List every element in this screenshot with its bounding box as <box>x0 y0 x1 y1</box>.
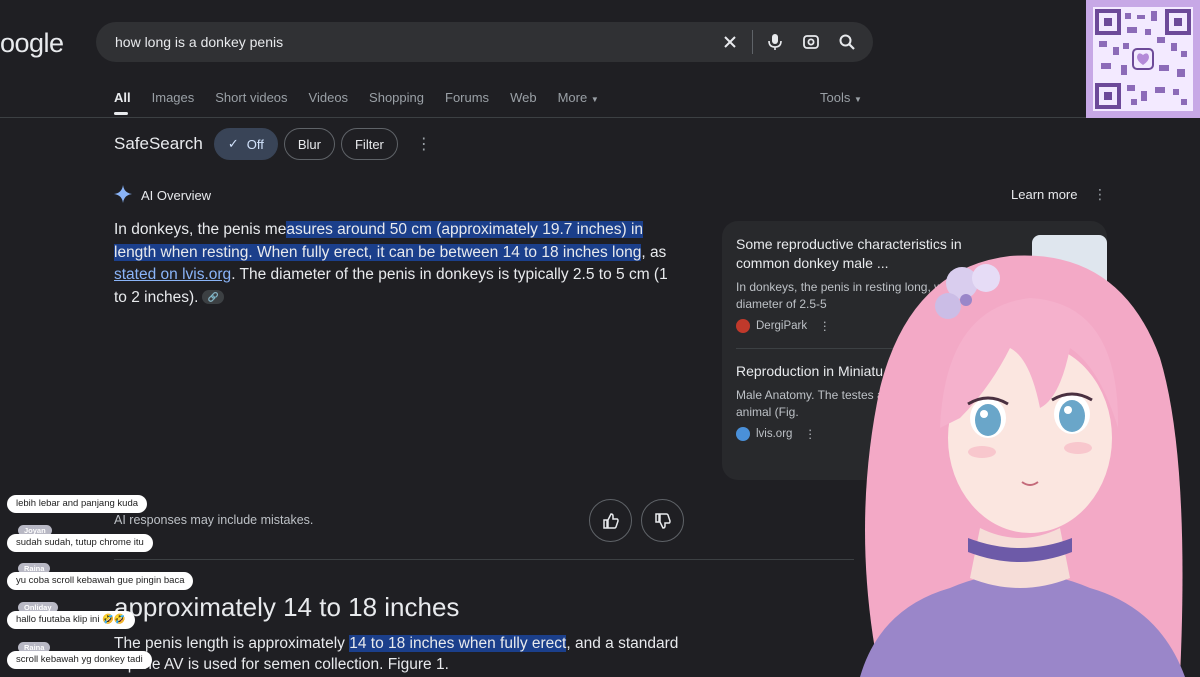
safesearch-blur-chip[interactable]: Blur <box>283 128 335 160</box>
more-options-icon[interactable]: ⋮ <box>819 319 831 333</box>
google-logo[interactable]: oogle <box>0 28 64 59</box>
ai-overview-header: AI Overview <box>114 185 211 206</box>
ai-text-highlight: asures <box>286 221 333 238</box>
tab-web[interactable]: Web <box>510 90 537 105</box>
chat-message: lebih lebar and panjang kuda <box>7 495 148 513</box>
close-icon[interactable] <box>712 24 748 60</box>
search-input[interactable]: how long is a donkey penis <box>115 34 712 50</box>
safesearch-off-chip[interactable]: ✓ Off <box>213 128 278 160</box>
tab-more-label: More <box>557 90 588 105</box>
tab-shopping[interactable]: Shopping <box>369 90 424 105</box>
mic-icon[interactable] <box>757 24 793 60</box>
source-link[interactable]: stated on lvis.org <box>114 266 231 283</box>
safesearch-bar: SafeSearch ✓ Off Blur Filter ⋮ <box>114 128 432 160</box>
thumbs-up-button[interactable] <box>589 499 632 542</box>
tab-more[interactable]: More ▼ <box>558 90 599 105</box>
tab-all[interactable]: All <box>114 90 131 105</box>
source-site-name: lvis.org <box>756 428 793 440</box>
featured-answer-heading: approximately 14 to 18 inches <box>114 592 460 622</box>
tab-videos[interactable]: Videos <box>309 90 349 105</box>
link-icon[interactable]: 🔗 <box>202 290 225 305</box>
chat-message: hallo fuutaba klip ini 🤣🤣 <box>7 611 135 629</box>
search-icon[interactable] <box>829 24 865 60</box>
more-options-icon[interactable]: ⋮ <box>804 427 816 441</box>
ai-text-part: In donkeys, the penis me <box>114 221 287 238</box>
ai-overview-text: In donkeys, the penis measures around 50… <box>114 219 684 309</box>
more-options-icon[interactable]: ⋮ <box>416 134 432 154</box>
search-divider <box>752 30 753 54</box>
thumbs-down-button[interactable] <box>641 499 684 542</box>
tools-button[interactable]: Tools ▼ <box>820 90 862 105</box>
featured-snippet: The penis length is approximately 14 to … <box>114 633 694 675</box>
learn-more-link[interactable]: Learn more <box>1011 187 1077 202</box>
sparkle-icon <box>114 185 132 206</box>
snippet-part: The penis length is approximately <box>114 635 350 652</box>
tab-short-videos[interactable]: Short videos <box>215 90 287 105</box>
tab-images[interactable]: Images <box>152 90 195 105</box>
ai-text-part: , as <box>641 243 667 261</box>
caret-down-icon: ▼ <box>853 95 862 104</box>
safesearch-off-label: Off <box>246 136 264 152</box>
chat-message: sudah sudah, tutup chrome itu <box>7 534 153 552</box>
thumbs-down-icon <box>654 512 671 529</box>
more-options-icon[interactable]: ⋮ <box>1093 186 1107 203</box>
source-site-name: DergiPark <box>756 320 808 332</box>
tab-forums[interactable]: Forums <box>445 90 489 105</box>
vtuber-avatar <box>840 228 1200 677</box>
snippet-highlight: 14 to 18 inches when fully erect <box>349 635 567 652</box>
thumbs-up-icon <box>602 512 619 529</box>
ai-disclaimer: AI responses may include mistakes. <box>114 513 314 527</box>
safesearch-label: SafeSearch <box>114 134 203 153</box>
caret-down-icon: ▼ <box>590 95 599 104</box>
header-divider <box>0 117 1086 118</box>
active-tab-indicator <box>114 112 128 115</box>
qr-code-overlay <box>1086 0 1200 118</box>
tools-label: Tools <box>820 90 851 105</box>
search-tabs: All Images Short videos Videos Shopping … <box>114 90 620 105</box>
qr-code <box>1093 7 1193 111</box>
check-icon: ✓ <box>227 136 239 151</box>
ai-overview-title: AI Overview <box>141 188 212 203</box>
chat-message: scroll kebawah yg donkey tadi <box>7 651 152 669</box>
camera-icon[interactable] <box>793 24 829 60</box>
chat-message: yu coba scroll kebawah gue pingin baca <box>7 572 194 590</box>
search-bar[interactable]: how long is a donkey penis <box>96 22 873 62</box>
dergipark-favicon-icon <box>736 319 750 333</box>
results-divider <box>114 559 854 560</box>
safesearch-filter-chip[interactable]: Filter <box>340 128 398 160</box>
ivis-favicon-icon <box>736 427 750 441</box>
